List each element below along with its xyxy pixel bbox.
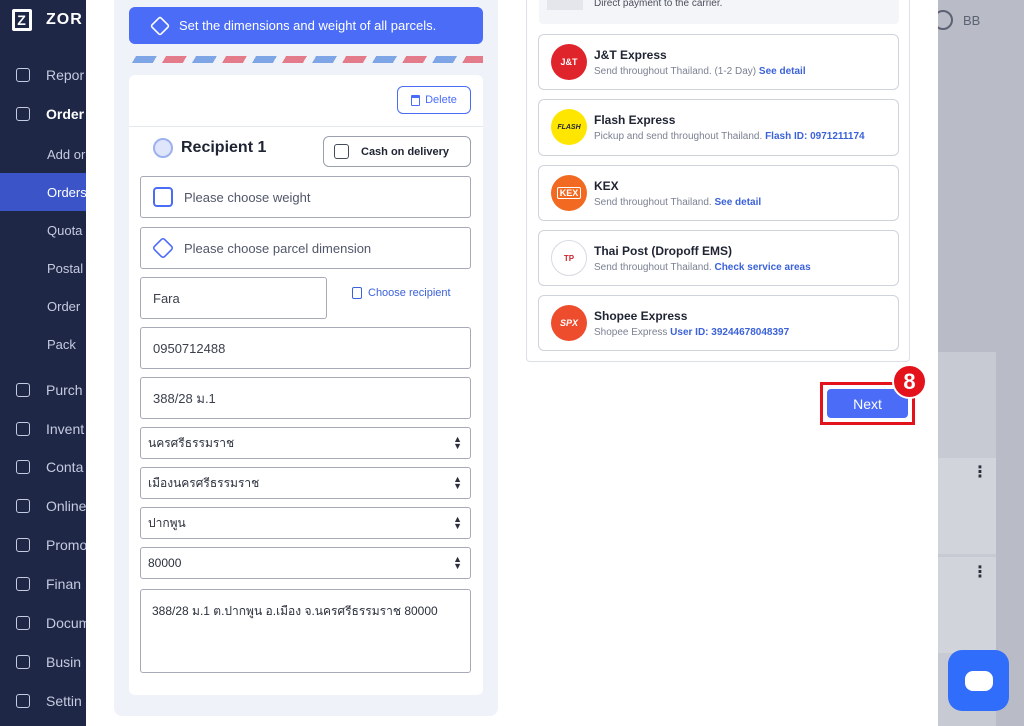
sidebar-item-online[interactable]: Online bbox=[0, 487, 86, 525]
shopee-express-logo-icon: SPX bbox=[551, 305, 587, 341]
flash-id-link[interactable]: Flash ID: 0971211174 bbox=[765, 131, 865, 142]
more-icon[interactable]: ⋮ bbox=[972, 562, 988, 582]
more-icon[interactable]: ⋮ bbox=[972, 462, 988, 482]
person-icon bbox=[153, 138, 173, 158]
parcel-box-icon bbox=[151, 236, 175, 260]
sidebar-item-add-order[interactable]: Add or bbox=[0, 135, 86, 173]
see-detail-link[interactable]: See detail bbox=[759, 66, 806, 77]
parcel-box-icon bbox=[149, 15, 171, 36]
sidebar-item-business[interactable]: Busin bbox=[0, 643, 86, 681]
store-icon bbox=[16, 499, 30, 513]
carrier-option-flash-express[interactable]: FLASH Flash Express Pickup and send thro… bbox=[538, 99, 899, 156]
chat-bubble-icon bbox=[964, 670, 993, 691]
recipient-name-input[interactable]: Fara bbox=[140, 277, 327, 319]
carrier-logo-placeholder bbox=[547, 0, 583, 10]
jt-express-logo-icon: J&T bbox=[551, 44, 587, 80]
carrier-option-thai-post[interactable]: TP Thai Post (Dropoff EMS) Send througho… bbox=[538, 230, 899, 286]
carrier-name: Flash Express bbox=[594, 113, 676, 127]
set-dimensions-banner[interactable]: Set the dimensions and weight of all par… bbox=[129, 7, 483, 44]
updown-chevron-icon: ▲ ▼ bbox=[453, 434, 462, 451]
carrier-option-direct-payment[interactable]: Direct payment to the carrier. bbox=[539, 0, 899, 24]
weight-select[interactable]: Please choose weight bbox=[140, 176, 471, 218]
carrier-name: KEX bbox=[594, 179, 619, 193]
users-icon bbox=[16, 460, 30, 474]
truck-icon bbox=[16, 655, 30, 669]
dollar-icon bbox=[16, 577, 30, 591]
check-service-areas-link[interactable]: Check service areas bbox=[714, 262, 810, 273]
megaphone-icon bbox=[16, 538, 30, 552]
province-select[interactable]: นครศรีธรรมราช ▲ ▼ bbox=[140, 427, 471, 459]
carrier-option-jt-express[interactable]: J&T J&T Express Send throughout Thailand… bbox=[538, 34, 899, 90]
divider bbox=[129, 126, 483, 127]
cart-icon bbox=[16, 383, 30, 397]
recipient-card: Delete Recipient 1 Cash on delivery Plea… bbox=[129, 75, 483, 695]
carrier-name: Thai Post (Dropoff EMS) bbox=[594, 244, 732, 258]
updown-chevron-icon: ▲ ▼ bbox=[453, 514, 462, 531]
step-number-badge: 8 bbox=[892, 364, 927, 399]
airmail-border bbox=[129, 56, 483, 63]
carrier-description: Pickup and send throughout Thailand. Fla… bbox=[594, 131, 865, 142]
sidebar-item-documents[interactable]: Docum bbox=[0, 604, 86, 642]
sidebar-item-contacts[interactable]: Conta bbox=[0, 448, 86, 486]
carrier-description: Shopee Express User ID: 39244678048397 bbox=[594, 327, 790, 338]
updown-chevron-icon: ▲ ▼ bbox=[453, 554, 462, 571]
clipboard-icon bbox=[16, 107, 30, 121]
subdistrict-select[interactable]: ปากพูน ▲ ▼ bbox=[140, 507, 471, 539]
sidebar-item-orders-list[interactable]: Orders bbox=[0, 173, 86, 211]
sidebar-item-order-sub[interactable]: Order bbox=[0, 287, 86, 325]
district-select[interactable]: เมืองนครศรีธรรมราช ▲ ▼ bbox=[140, 467, 471, 499]
document-icon bbox=[16, 616, 30, 630]
carrier-name: Shopee Express bbox=[594, 309, 688, 323]
logo-mark-icon: Z bbox=[12, 9, 32, 31]
parcel-panel: Set the dimensions and weight of all par… bbox=[114, 0, 498, 716]
sidebar-item-orders[interactable]: Order bbox=[0, 95, 86, 133]
updown-chevron-icon: ▲ ▼ bbox=[453, 474, 462, 491]
see-detail-link[interactable]: See detail bbox=[714, 197, 761, 208]
checkbox-icon[interactable] bbox=[334, 144, 349, 159]
logo-text: ZOR bbox=[46, 11, 83, 28]
postcode-select[interactable]: 80000 ▲ ▼ bbox=[140, 547, 471, 579]
cash-on-delivery-checkbox[interactable]: Cash on delivery bbox=[323, 136, 471, 167]
thai-post-logo-icon: TP bbox=[551, 240, 587, 276]
sidebar-item-inventory[interactable]: Invent bbox=[0, 410, 86, 448]
choose-recipient-link[interactable]: Choose recipient bbox=[352, 287, 451, 299]
sidebar-item-pack[interactable]: Pack bbox=[0, 325, 86, 363]
phone-input[interactable]: 0950712488 bbox=[140, 327, 471, 369]
carrier-name: J&T Express bbox=[594, 48, 667, 62]
carrier-list: Direct payment to the carrier. J&T J&T E… bbox=[526, 0, 910, 362]
bar-chart-icon bbox=[16, 68, 30, 82]
kex-logo-icon: KEX bbox=[551, 175, 587, 211]
sidebar-item-reports[interactable]: Repor bbox=[0, 56, 86, 94]
address-input[interactable]: 388/28 ม.1 bbox=[140, 377, 471, 419]
carrier-option-kex[interactable]: KEX KEX Send throughout Thailand. See de… bbox=[538, 165, 899, 221]
sidebar-item-postal[interactable]: Postal bbox=[0, 249, 86, 287]
sidebar-item-finance[interactable]: Finan bbox=[0, 565, 86, 603]
trash-icon bbox=[411, 94, 421, 106]
contact-icon bbox=[352, 287, 362, 299]
sidebar-item-settings[interactable]: Settin bbox=[0, 682, 86, 720]
delete-button[interactable]: Delete bbox=[397, 86, 471, 114]
sidebar-item-quotation[interactable]: Quota bbox=[0, 211, 86, 249]
flash-express-logo-icon: FLASH bbox=[551, 109, 587, 145]
box-icon bbox=[16, 422, 30, 436]
recipient-heading: Recipient 1 bbox=[153, 137, 266, 159]
user-initials[interactable]: BB bbox=[963, 13, 980, 28]
app-logo[interactable]: Z ZOR bbox=[12, 8, 83, 32]
shipping-modal: Set the dimensions and weight of all par… bbox=[86, 0, 938, 726]
carrier-description: Send throughout Thailand. Check service … bbox=[594, 262, 811, 273]
dimension-select[interactable]: Please choose parcel dimension bbox=[140, 227, 471, 269]
banner-text: Set the dimensions and weight of all par… bbox=[179, 18, 437, 33]
app-sidebar: Z ZOR Repor Order Add or Orders Quota Po… bbox=[0, 0, 86, 726]
user-id-link[interactable]: User ID: 39244678048397 bbox=[670, 327, 789, 338]
full-address-textarea[interactable]: 388/28 ม.1 ต.ปากพูน อ.เมือง จ.นครศรีธรรม… bbox=[140, 589, 471, 673]
sidebar-item-promotion[interactable]: Promo bbox=[0, 526, 86, 564]
carrier-description: Send throughout Thailand. See detail bbox=[594, 197, 762, 208]
carrier-description: Send throughout Thailand. (1-2 Day) See … bbox=[594, 66, 806, 77]
scale-icon bbox=[153, 187, 173, 207]
chat-button[interactable] bbox=[948, 650, 1009, 711]
carrier-option-shopee-express[interactable]: SPX Shopee Express Shopee Express User I… bbox=[538, 295, 899, 351]
gear-icon bbox=[16, 694, 30, 708]
sidebar-item-purchase[interactable]: Purch bbox=[0, 371, 86, 409]
